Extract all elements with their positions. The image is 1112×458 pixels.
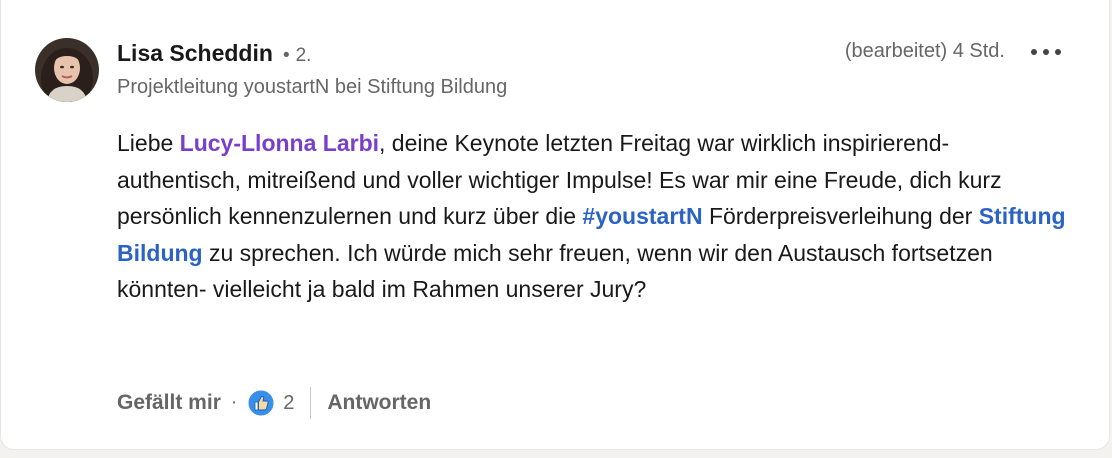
avatar[interactable] [35, 38, 99, 102]
thumbs-up-icon[interactable] [247, 389, 275, 417]
degree-separator: • [282, 45, 290, 66]
comment-actions: Gefällt mir · 2 Antworten [117, 384, 431, 422]
comment-card: Lisa Scheddin • 2. Projektleitung yousta… [0, 0, 1110, 450]
action-divider [310, 387, 312, 419]
ellipsis-dot [1043, 49, 1049, 55]
comment-meta: (bearbeitet) 4 Std. [845, 40, 1005, 63]
action-separator: · [230, 392, 238, 413]
ellipsis-dot [1031, 49, 1037, 55]
ellipsis-dot [1055, 49, 1061, 55]
hashtag-link[interactable]: #youstartN [582, 203, 702, 229]
author-name[interactable]: Lisa Scheddin [117, 40, 273, 67]
reply-button[interactable]: Antworten [327, 391, 431, 415]
author-headline: Projektleitung youstartN bei Stiftung Bi… [117, 76, 508, 98]
person-mention-link[interactable]: Lucy-Llonna Larbi [180, 130, 379, 156]
author-line: Lisa Scheddin • 2. [117, 40, 311, 67]
timestamp: 4 Std. [952, 40, 1005, 62]
comment-body: Liebe Lucy-Llonna Larbi, deine Keynote l… [117, 125, 1077, 308]
connection-degree: 2. [295, 45, 312, 66]
body-text-part: zu sprechen. Ich würde mich sehr freuen,… [117, 239, 993, 303]
ellipsis-icon[interactable] [1031, 44, 1061, 60]
edited-label: (bearbeitet) [844, 40, 948, 62]
body-text-part: Förderpreisverleihung der [702, 203, 979, 229]
body-prefix: Liebe [117, 130, 180, 156]
reaction-count[interactable]: 2 [283, 392, 294, 415]
like-button[interactable]: Gefällt mir [117, 391, 221, 415]
